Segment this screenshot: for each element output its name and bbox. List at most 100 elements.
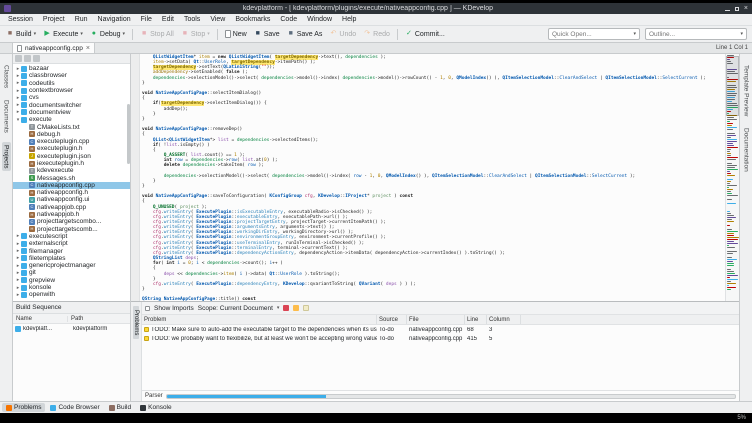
- problems-vertical-tab[interactable]: Problems: [133, 306, 139, 340]
- column-name[interactable]: Name: [13, 315, 68, 322]
- tree-item-cmakelists-txt[interactable]: T CMakeLists.txt: [13, 123, 130, 131]
- dock-tab-documents[interactable]: Documents: [2, 97, 11, 136]
- tree-item-iexecuteplugin-h[interactable]: Hiexecuteplugin.h: [13, 160, 130, 167]
- hint-flag-icon[interactable]: [303, 305, 310, 311]
- execute-button[interactable]: ▶ Execute ▾: [40, 29, 86, 39]
- tree-item-nativeappjob-h[interactable]: Hnativeappjob.h: [13, 211, 130, 218]
- editor-gutter[interactable]: [131, 54, 140, 301]
- stop-icon: ■: [182, 30, 187, 37]
- scope-dropdown[interactable]: Scope: Current Document: [198, 305, 273, 312]
- tree-item-executeplugin-cpp[interactable]: Cexecuteplugin.cpp: [13, 138, 130, 145]
- stop-all-button[interactable]: ■ Stop All: [137, 29, 177, 39]
- menu-navigation[interactable]: Navigation: [93, 16, 136, 23]
- tree-item-filemanager[interactable]: ▸ filemanager: [13, 247, 130, 255]
- tree-item-nativeappconfig-h[interactable]: Hnativeappconfig.h: [13, 189, 130, 196]
- tree-item-nativeappconfig-cpp[interactable]: Cnativeappconfig.cpp: [13, 181, 130, 190]
- menu-file[interactable]: File: [136, 16, 157, 23]
- menu-window[interactable]: Window: [302, 16, 337, 23]
- code-editor[interactable]: QListWidgetItem* item = new QListWidgetI…: [131, 54, 739, 301]
- dock-tab-documentation[interactable]: Documentation: [742, 125, 751, 175]
- menu-edit[interactable]: Edit: [157, 16, 179, 23]
- tree-item-git[interactable]: ▸ git: [13, 269, 130, 276]
- column-source[interactable]: Source: [377, 315, 407, 324]
- tree-item-codeutils[interactable]: ▸ codeutils: [13, 80, 130, 87]
- statusbar-tab-build[interactable]: Build: [105, 403, 135, 412]
- tab-nativeappconfig[interactable]: nativeappconfig.cpp ×: [12, 42, 95, 53]
- problem-row[interactable]: TODO: we probably want to flexibilize, b…: [142, 334, 739, 343]
- maximize-icon[interactable]: [734, 6, 739, 11]
- commit-button[interactable]: ✓ Commit...: [402, 29, 448, 39]
- tree-item-projecttargetscomb-[interactable]: Hprojecttargetscomb...: [13, 226, 130, 233]
- quick-open-combobox[interactable]: Quick Open... ▾: [548, 28, 640, 40]
- menu-project[interactable]: Project: [38, 16, 70, 23]
- build-selection-icon[interactable]: [24, 55, 31, 62]
- outline-searchbox[interactable]: Outline... ▾: [645, 28, 747, 40]
- dock-tab-template-preview[interactable]: Template Preview: [742, 62, 751, 119]
- error-flag-icon[interactable]: [283, 305, 290, 311]
- statusbar-tab-problems[interactable]: Problems: [2, 403, 46, 412]
- close-icon[interactable]: ×: [744, 5, 748, 12]
- tab-close-icon[interactable]: ×: [86, 45, 90, 52]
- tree-item-classbrowser[interactable]: ▸ classbrowser: [13, 72, 130, 79]
- tree-item-messages-sh[interactable]: S Messages.sh: [13, 174, 130, 182]
- minimap-line: [727, 229, 732, 230]
- menu-help[interactable]: Help: [337, 16, 361, 23]
- menu-bookmarks[interactable]: Bookmarks: [230, 16, 275, 23]
- save-button[interactable]: ■ Save: [251, 29, 283, 39]
- statusbar-tab-konsole[interactable]: Konsole: [136, 403, 176, 412]
- tree-item-execute[interactable]: ▾ execute: [13, 116, 130, 123]
- titlebar[interactable]: kdevplatform - [ kdevplatform/plugins/ex…: [0, 3, 752, 14]
- undo-button[interactable]: ↶ Undo: [326, 29, 359, 39]
- tree-scrollbar[interactable]: [127, 104, 130, 164]
- column-path[interactable]: Path: [68, 316, 130, 322]
- warning-flag-icon[interactable]: [293, 305, 300, 311]
- reload-icon[interactable]: [15, 55, 22, 62]
- statusbar-tab-code-browser[interactable]: Code Browser: [46, 403, 103, 412]
- new-button[interactable]: New: [222, 29, 250, 39]
- tree-item-documentswitcher[interactable]: ▸ documentswitcher: [13, 101, 130, 109]
- menu-tools[interactable]: Tools: [179, 16, 205, 23]
- code-view[interactable]: QListWidgetItem* item = new QListWidgetI…: [140, 54, 725, 301]
- redo-button[interactable]: ↷ Redo: [360, 29, 393, 39]
- build-button[interactable]: ■ Build ▾: [3, 29, 39, 39]
- tree-item-openwith[interactable]: ▸ openwith: [13, 291, 130, 298]
- stop-button[interactable]: ■ Stop ▾: [178, 29, 213, 39]
- column-problem[interactable]: Problem: [142, 315, 377, 324]
- tree-item-externalscript[interactable]: ▸ externalscript: [13, 240, 130, 247]
- build-sequence-row[interactable]: kdevplatf... kdevplatform: [13, 324, 130, 333]
- column-file[interactable]: File: [407, 315, 465, 324]
- menu-code[interactable]: Code: [275, 16, 302, 23]
- save-as-button[interactable]: ■ Save As: [284, 29, 326, 39]
- tree-item-executeplugin-h[interactable]: Hexecuteplugin.h: [13, 145, 130, 152]
- menu-view[interactable]: View: [205, 16, 230, 23]
- tree-item-konsole[interactable]: ▸ konsole: [13, 284, 130, 291]
- tree-item-nativeappjob-cpp[interactable]: Cnativeappjob.cpp: [13, 204, 130, 211]
- tree-item-executescript[interactable]: ▸ executescript: [13, 233, 130, 240]
- dock-tab-projects[interactable]: Projects: [1, 142, 11, 172]
- tree-item-bazaar[interactable]: ▸ bazaar: [13, 65, 130, 72]
- column-column[interactable]: Column: [487, 315, 521, 324]
- tree-item-contextbrowser[interactable]: ▸ contextbrowser: [13, 87, 130, 94]
- menu-session[interactable]: Session: [3, 16, 38, 23]
- minimap[interactable]: [725, 54, 739, 301]
- filter-icon[interactable]: [33, 55, 40, 62]
- tree-item-cvs[interactable]: ▸ cvs: [13, 94, 130, 101]
- problem-row[interactable]: TODO: Make sure to auto-add the executab…: [142, 325, 739, 334]
- tree-item-nativeappconfig-ui[interactable]: Unativeappconfig.ui: [13, 196, 130, 203]
- tree-item-debug-h[interactable]: Hdebug.h: [13, 131, 130, 138]
- tree-item-kdevexecute[interactable]: Tkdevexecute: [13, 167, 130, 174]
- tree-item-projecttargetscombo-[interactable]: Cprojecttargetscombo...: [13, 218, 130, 225]
- show-imports-label[interactable]: Show Imports: [154, 305, 194, 312]
- tree-item-grepview[interactable]: ▸ grepview: [13, 277, 130, 284]
- minimize-icon[interactable]: [724, 10, 730, 11]
- debug-button[interactable]: ● Debug ▾: [87, 29, 128, 39]
- tree-item-executeplugin-json[interactable]: Jexecuteplugin.json: [13, 153, 130, 160]
- show-imports-checkbox[interactable]: [145, 305, 150, 311]
- tree-item-documentview[interactable]: ▸ documentview: [13, 109, 130, 116]
- tree-item-filetemplates[interactable]: ▸ filetemplates: [13, 255, 130, 262]
- minimap-slider[interactable]: [726, 56, 739, 116]
- column-line[interactable]: Line: [465, 315, 487, 324]
- menu-run[interactable]: Run: [70, 16, 93, 23]
- tree-item-genericprojectmanager[interactable]: ▸ genericprojectmanager: [13, 262, 130, 269]
- dock-tab-classes[interactable]: Classes: [2, 62, 11, 91]
